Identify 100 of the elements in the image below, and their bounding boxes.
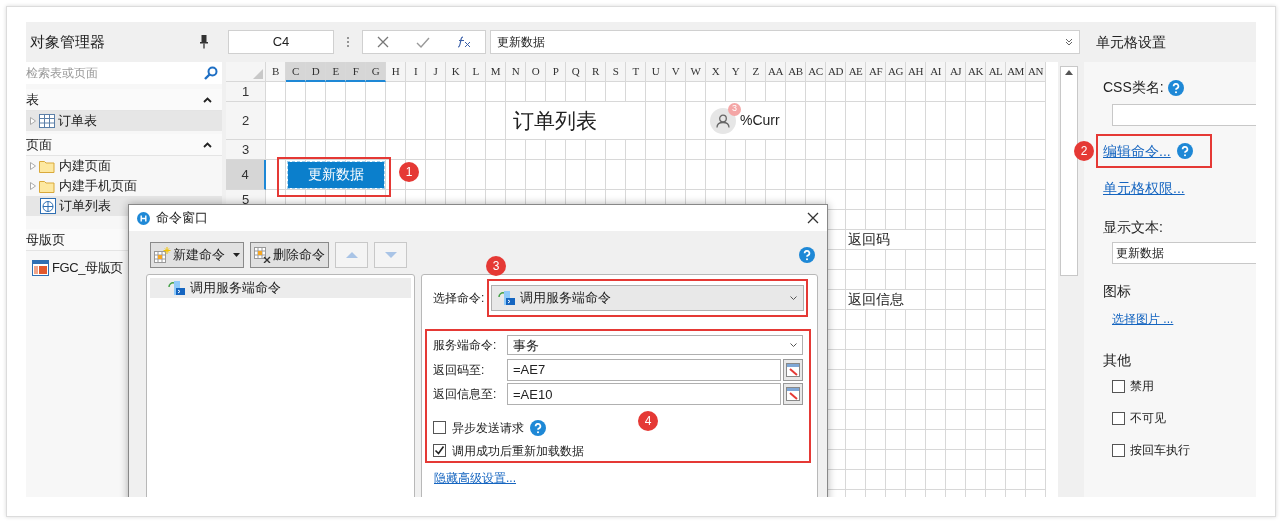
checkbox-label: 异步发送请求 (452, 419, 524, 437)
column-header[interactable]: O (526, 62, 546, 82)
column-header[interactable]: V (666, 62, 686, 82)
row-header[interactable]: 2 (226, 102, 266, 140)
column-header[interactable]: S (606, 62, 626, 82)
scroll-up-icon[interactable] (1065, 70, 1073, 75)
cell-picker-button[interactable] (783, 383, 803, 406)
field-label: 返回信息至: (433, 386, 498, 404)
column-header[interactable]: X (706, 62, 726, 82)
display-text-input[interactable]: 更新数据 (1112, 242, 1256, 264)
new-table-icon (154, 247, 171, 263)
column-header[interactable]: AC (806, 62, 826, 82)
checkbox[interactable] (433, 421, 446, 435)
row-header[interactable]: 4 (226, 160, 266, 190)
column-header[interactable]: AI (926, 62, 946, 82)
field-label: 服务端命令: (433, 337, 498, 355)
checkbox[interactable] (1112, 443, 1125, 457)
expand-arrow-icon[interactable] (30, 117, 36, 125)
column-header[interactable]: R (586, 62, 606, 82)
expand-chevron-icon[interactable] (1065, 38, 1073, 46)
section-header[interactable]: 母版页 (26, 229, 65, 250)
section-label: 其他 (1103, 351, 1132, 370)
server-command-icon (168, 280, 186, 296)
tree-item[interactable]: 订单表 (26, 111, 222, 131)
command-select[interactable]: 调用服务端命令 (491, 285, 804, 311)
column-header[interactable]: U (646, 62, 666, 82)
delete-command-button[interactable]: 删除命令 (250, 242, 329, 268)
column-header[interactable]: AN (1026, 62, 1046, 82)
collapse-chevron-icon[interactable] (203, 141, 212, 148)
function-icon[interactable] (457, 36, 472, 48)
column-header[interactable]: AE (846, 62, 866, 82)
formula-field[interactable]: 更新数据 (490, 30, 1080, 54)
column-header[interactable]: AA (766, 62, 786, 82)
server-command-select[interactable]: 事务 (507, 335, 803, 356)
checkbox[interactable] (433, 444, 446, 458)
help-icon[interactable] (1167, 79, 1184, 96)
master-page-icon (32, 260, 49, 276)
scrollbar[interactable] (1060, 66, 1078, 276)
command-list-item[interactable]: 调用服务端命令 (150, 278, 411, 298)
column-header[interactable]: AL (986, 62, 1006, 82)
column-header[interactable]: AD (826, 62, 846, 82)
column-header[interactable]: G (366, 62, 386, 82)
input-field[interactable]: =AE7 (507, 358, 781, 381)
column-header[interactable]: Q (566, 62, 586, 82)
expand-arrow-icon[interactable] (30, 182, 36, 190)
column-header[interactable]: E (326, 62, 346, 82)
column-header[interactable]: AJ (946, 62, 966, 82)
advanced-settings-link[interactable]: 隐藏高级设置... (434, 469, 516, 487)
column-header[interactable]: AB (786, 62, 806, 82)
column-header[interactable]: AH (906, 62, 926, 82)
dropdown-caret-icon (233, 253, 240, 257)
section-header[interactable]: 表 (26, 89, 39, 110)
column-header[interactable]: AF (866, 62, 886, 82)
update-data-button[interactable]: 更新数据 (288, 161, 384, 188)
pin-icon[interactable] (200, 35, 208, 49)
column-header[interactable]: L (466, 62, 486, 82)
column-header[interactable]: AK (966, 62, 986, 82)
delete-table-icon (254, 247, 271, 263)
expand-arrow-icon[interactable] (30, 162, 36, 170)
row-header[interactable]: 1 (226, 82, 266, 102)
column-header[interactable]: N (506, 62, 526, 82)
cell-picker-button[interactable] (783, 358, 803, 381)
edit-command-link[interactable]: 编辑命令... (1103, 140, 1171, 162)
column-header[interactable]: H (386, 62, 406, 82)
folder-icon (39, 159, 56, 173)
column-header[interactable]: AM (1006, 62, 1026, 82)
cell-reference-field[interactable]: C4 (228, 30, 334, 54)
column-header[interactable]: Y (726, 62, 746, 82)
column-header[interactable]: I (406, 62, 426, 82)
column-header[interactable]: W (686, 62, 706, 82)
confirm-icon[interactable] (416, 36, 430, 48)
column-header[interactable]: AG (886, 62, 906, 82)
person-icon (716, 113, 730, 128)
column-header[interactable]: K (446, 62, 466, 82)
column-header[interactable]: T (626, 62, 646, 82)
column-header[interactable]: M (486, 62, 506, 82)
column-header[interactable]: P (546, 62, 566, 82)
checkbox[interactable] (1112, 379, 1125, 393)
help-icon[interactable] (1176, 143, 1193, 159)
row-header[interactable]: 3 (226, 140, 266, 160)
help-icon[interactable] (799, 247, 815, 263)
css-class-input[interactable] (1112, 104, 1256, 126)
close-icon[interactable] (807, 212, 819, 224)
column-header[interactable]: J (426, 62, 446, 82)
callout-badge: 3 (486, 256, 506, 276)
collapse-chevron-icon[interactable] (203, 96, 212, 103)
column-header[interactable]: Z (746, 62, 766, 82)
column-header[interactable]: C (286, 62, 306, 82)
column-header[interactable]: D (306, 62, 326, 82)
choose-image-link[interactable]: 选择图片 ... (1112, 310, 1174, 328)
help-icon[interactable] (530, 419, 546, 436)
checkbox[interactable] (1112, 411, 1125, 425)
cell-permission-link[interactable]: 单元格权限... (1103, 178, 1185, 199)
section-header[interactable]: 页面 (26, 134, 52, 155)
search-icon[interactable] (204, 66, 218, 80)
new-command-button[interactable]: 新建命令 (150, 242, 244, 268)
input-field[interactable]: =AE10 (507, 383, 781, 406)
cancel-icon[interactable] (376, 36, 389, 48)
column-header[interactable]: B (266, 62, 286, 82)
column-header[interactable]: F (346, 62, 366, 82)
